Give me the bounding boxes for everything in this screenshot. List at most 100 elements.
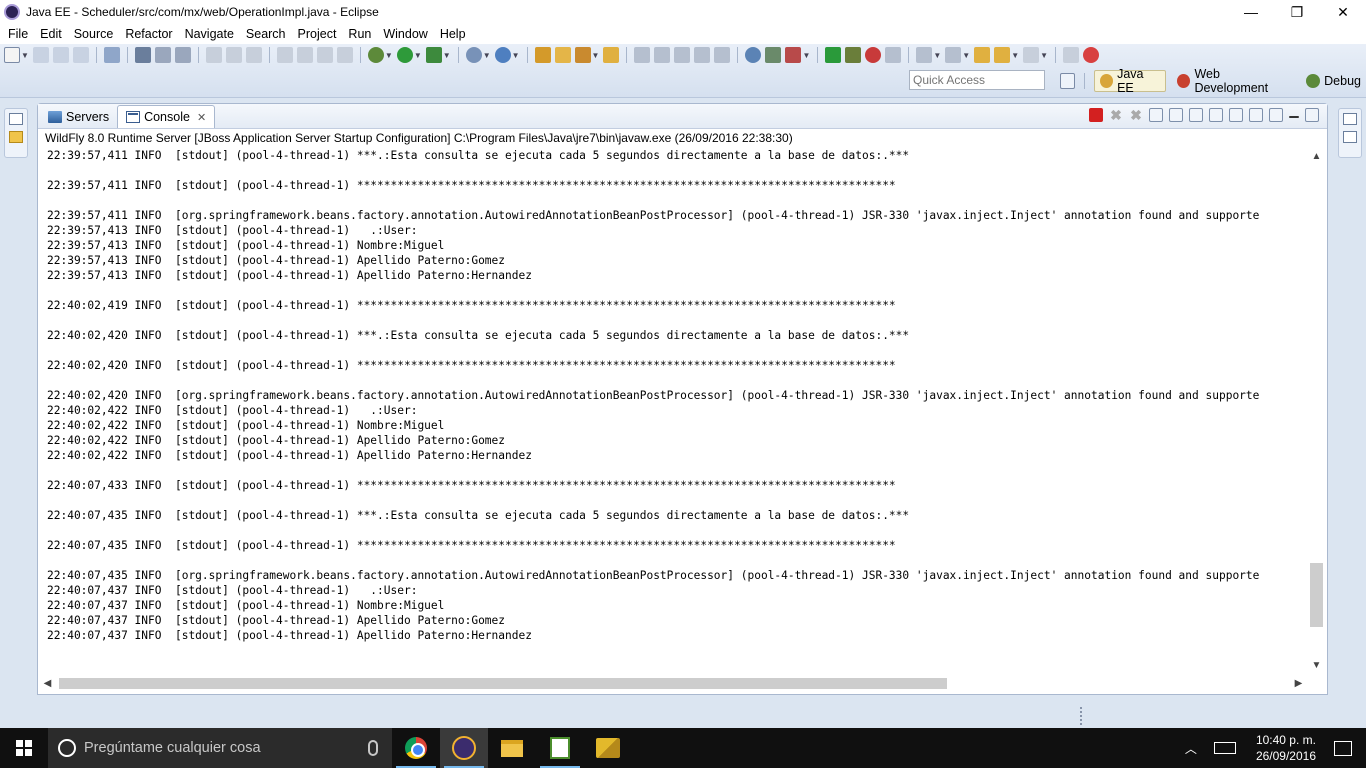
taskbar-app-chrome[interactable] bbox=[392, 728, 440, 768]
back-icon[interactable] bbox=[994, 47, 1011, 63]
taskbar-app-file-explorer[interactable] bbox=[488, 728, 536, 768]
restore-icon[interactable] bbox=[1343, 113, 1357, 125]
start-button[interactable] bbox=[0, 728, 48, 768]
horizontal-scroll-thumb[interactable] bbox=[59, 678, 947, 689]
new-icon[interactable] bbox=[4, 47, 20, 63]
save-all-icon[interactable] bbox=[52, 47, 69, 63]
menu-refactor[interactable]: Refactor bbox=[119, 27, 178, 41]
clock[interactable]: 10:40 p. m. 26/09/2016 bbox=[1244, 732, 1328, 764]
show-hidden-icons-icon[interactable]: ︿ bbox=[1176, 740, 1206, 757]
pin-icon[interactable] bbox=[134, 47, 151, 63]
pen-icon[interactable] bbox=[654, 47, 671, 63]
stop-server-icon[interactable] bbox=[865, 47, 882, 63]
debug-server-icon[interactable] bbox=[845, 47, 862, 63]
terminate-icon[interactable] bbox=[1089, 108, 1103, 122]
scroll-left-icon[interactable]: ◀ bbox=[39, 675, 56, 692]
save-icon[interactable] bbox=[32, 47, 49, 63]
pin-editor-icon[interactable] bbox=[1063, 47, 1080, 63]
scroll-up-icon[interactable]: ▲ bbox=[1308, 148, 1325, 165]
scroll-down-icon[interactable]: ▼ bbox=[1308, 657, 1325, 674]
spinner-icon[interactable] bbox=[1083, 47, 1100, 63]
coverage-icon[interactable] bbox=[425, 47, 442, 63]
dropdown-arrow-icon[interactable]: ▼ bbox=[483, 51, 491, 60]
taskbar-search[interactable]: Pregúntame cualquier cosa bbox=[48, 728, 392, 768]
forward-nav-icon[interactable] bbox=[1023, 47, 1040, 63]
perspective-java-ee[interactable]: Java EE bbox=[1094, 67, 1167, 95]
microphone-icon[interactable] bbox=[368, 740, 378, 756]
minimize-view-icon[interactable] bbox=[1289, 116, 1299, 118]
hand-icon[interactable] bbox=[885, 47, 902, 63]
menu-edit[interactable]: Edit bbox=[34, 27, 68, 41]
print-icon[interactable] bbox=[72, 47, 89, 63]
remove-launch-icon[interactable]: ✖ bbox=[1109, 108, 1123, 122]
run-icon[interactable] bbox=[396, 47, 413, 63]
quick-access-input[interactable] bbox=[909, 70, 1045, 90]
menu-search[interactable]: Search bbox=[240, 27, 292, 41]
new-class-icon[interactable] bbox=[494, 47, 511, 63]
dropdown-arrow-icon[interactable]: ▼ bbox=[21, 51, 29, 60]
menu-file[interactable]: File bbox=[2, 27, 34, 41]
notification-icon[interactable] bbox=[1334, 740, 1352, 756]
menu-window[interactable]: Window bbox=[377, 27, 433, 41]
brush-icon[interactable] bbox=[674, 47, 691, 63]
close-tab-icon[interactable]: ✕ bbox=[197, 111, 206, 124]
dropdown-arrow-icon[interactable]: ▼ bbox=[414, 51, 422, 60]
menu-project[interactable]: Project bbox=[292, 27, 343, 41]
vertical-scrollbar[interactable]: ▲ ▼ bbox=[1308, 148, 1325, 674]
perspective-debug[interactable]: Debug bbox=[1301, 70, 1366, 92]
dropdown-arrow-icon[interactable]: ▼ bbox=[592, 51, 600, 60]
open-resource-icon[interactable] bbox=[603, 47, 620, 63]
console-output[interactable]: 22:39:57,411 INFO [stdout] (pool-4-threa… bbox=[39, 148, 1307, 676]
project-explorer-icon[interactable] bbox=[9, 131, 23, 143]
next-edit-icon[interactable] bbox=[916, 47, 933, 63]
menu-source[interactable]: Source bbox=[68, 27, 120, 41]
restore-icon[interactable] bbox=[9, 113, 23, 125]
bookmark-icon[interactable] bbox=[714, 47, 731, 63]
clear-console-icon[interactable] bbox=[1149, 108, 1163, 122]
page-icon[interactable] bbox=[694, 47, 711, 63]
scroll-right-icon[interactable]: ▶ bbox=[1290, 675, 1307, 692]
perspective-web-development[interactable]: Web Development bbox=[1172, 67, 1295, 95]
minimize-button[interactable]: — bbox=[1228, 0, 1274, 24]
globe-icon[interactable] bbox=[745, 47, 762, 63]
annotation-icon[interactable] bbox=[634, 47, 651, 63]
display-console-icon[interactable] bbox=[1249, 108, 1263, 122]
open-console-icon[interactable] bbox=[1269, 108, 1283, 122]
tab-servers[interactable]: Servers bbox=[40, 105, 117, 128]
remove-all-terminated-icon[interactable]: ✖ bbox=[1129, 108, 1143, 122]
menu-navigate[interactable]: Navigate bbox=[179, 27, 240, 41]
dropdown-arrow-icon[interactable]: ▼ bbox=[933, 51, 941, 60]
error-marker-icon[interactable] bbox=[785, 47, 802, 63]
open-perspective-icon[interactable] bbox=[1060, 73, 1076, 89]
search-icon[interactable] bbox=[574, 47, 591, 63]
dropdown-arrow-icon[interactable]: ▼ bbox=[1040, 51, 1048, 60]
scroll-lock-icon[interactable] bbox=[1169, 108, 1183, 122]
taskbar-app-eclipse[interactable] bbox=[440, 728, 488, 768]
redo-icon[interactable] bbox=[225, 47, 242, 63]
close-button[interactable]: ✕ bbox=[1320, 0, 1366, 24]
menu-help[interactable]: Help bbox=[434, 27, 472, 41]
dropdown-arrow-icon[interactable]: ▼ bbox=[512, 51, 520, 60]
next-annotation-icon[interactable] bbox=[765, 47, 782, 63]
disconnect-icon[interactable] bbox=[336, 47, 353, 63]
open-type-icon[interactable] bbox=[534, 47, 551, 63]
taskbar-app-chart[interactable] bbox=[536, 728, 584, 768]
undo-icon[interactable] bbox=[205, 47, 222, 63]
maximize-button[interactable]: ❐ bbox=[1274, 0, 1320, 24]
forward-icon[interactable] bbox=[245, 47, 262, 63]
pin-console-icon[interactable] bbox=[1229, 108, 1243, 122]
open-folder-icon[interactable] bbox=[554, 47, 571, 63]
play-icon[interactable] bbox=[825, 47, 842, 63]
horizontal-scrollbar[interactable]: ◀ ▶ bbox=[39, 675, 1307, 692]
show-on-stdout-icon[interactable] bbox=[1189, 108, 1203, 122]
outline-view-icon[interactable] bbox=[1343, 131, 1357, 143]
task-icon[interactable] bbox=[174, 47, 191, 63]
last-edit-icon[interactable] bbox=[974, 47, 991, 63]
tab-console[interactable]: Console ✕ bbox=[117, 105, 216, 128]
terminate-icon[interactable] bbox=[316, 47, 333, 63]
server-icon[interactable] bbox=[103, 47, 120, 63]
keyboard-icon[interactable] bbox=[1213, 742, 1236, 754]
taskbar-app-database[interactable] bbox=[584, 728, 632, 768]
dropdown-arrow-icon[interactable]: ▼ bbox=[962, 51, 970, 60]
resume-icon[interactable] bbox=[276, 47, 293, 63]
